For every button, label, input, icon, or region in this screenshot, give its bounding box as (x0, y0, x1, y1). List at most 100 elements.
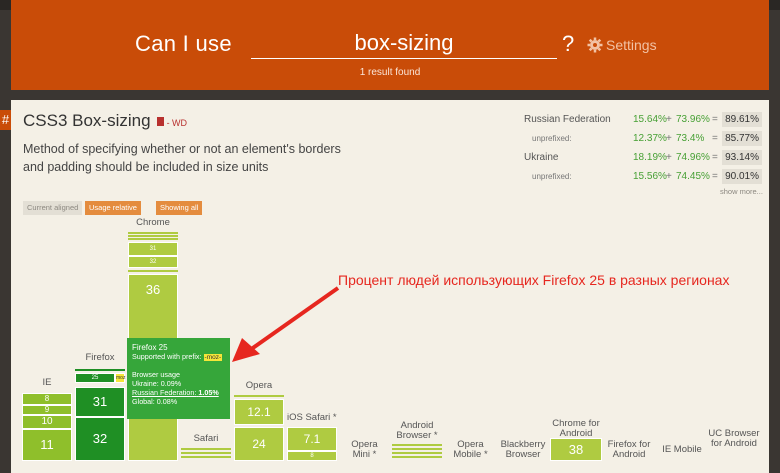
version-thin-bar[interactable] (392, 456, 442, 458)
browser-name-ios-safari: iOS Safari * (287, 412, 337, 423)
feature-anchor-link[interactable]: # (0, 110, 11, 130)
tooltip-prefix-badge: -moz- (203, 354, 223, 361)
stat-full: 73.4% (676, 133, 705, 144)
stats-row: unprefixed: 12.37% +73.4% = 85.77% (520, 131, 766, 147)
showing-all-button[interactable]: Showing all (156, 201, 203, 215)
current-aligned-button[interactable]: Current aligned (23, 201, 83, 215)
tooltip-support: Supported with prefix: -moz- (132, 352, 225, 362)
feature-description: Method of specifying whether or not an e… (23, 142, 341, 174)
version-cell-chrome-32[interactable]: 32 (128, 256, 178, 268)
version-cell-ios-8[interactable]: 8 (287, 451, 337, 461)
equals-sign: = (712, 133, 718, 144)
tooltip-usage-russia: Russian Federation: 1.05% (132, 388, 225, 397)
spec-document-icon[interactable] (156, 117, 164, 126)
annotation-arrow-icon (232, 286, 340, 362)
feature-title: CSS3 Box-sizing - WD (23, 111, 187, 131)
version-thin-bar[interactable] (181, 456, 231, 458)
region-label: Ukraine (524, 152, 559, 163)
question-mark: ? (562, 31, 575, 56)
stats-row: Ukraine 18.19% +74.96% = 93.14% (520, 150, 766, 166)
spec-status[interactable]: - WD (167, 118, 188, 128)
browser-name-firefox-android: Firefox for Android (607, 439, 651, 460)
feature-title-text: CSS3 Box-sizing (23, 111, 151, 130)
search-header: Can I use box-sizing ? Settings 1 result… (11, 0, 769, 90)
settings-label: Settings (606, 37, 657, 53)
plus-sign: + (666, 152, 672, 163)
browser-name-opera-mobile: Opera Mobile * (453, 439, 488, 460)
stat-full: 74.45% (676, 171, 710, 182)
version-cell-ie-9[interactable]: 9 (22, 405, 72, 415)
show-more-link[interactable]: show more... (720, 187, 763, 196)
plus-sign: + (666, 133, 672, 144)
browser-name-uc-android: UC Browser for Android (708, 428, 760, 449)
version-thin-bar[interactable] (392, 452, 442, 454)
browser-name-safari: Safari (193, 433, 219, 444)
region-label: Russian Federation (524, 114, 611, 125)
version-thin-bar[interactable] (392, 444, 442, 446)
stat-total: 93.14% (722, 150, 762, 165)
version-thin-bar[interactable] (128, 232, 178, 234)
stats-row: Russian Federation 15.64% +73.96% = 89.61% (520, 112, 766, 128)
stat-partial: 15.64% (633, 114, 667, 125)
version-thin-bar[interactable] (128, 235, 178, 237)
equals-sign: = (712, 114, 718, 125)
version-cell-ie-8[interactable]: 8 (22, 393, 72, 405)
version-cell-firefox-25[interactable]: 25 (75, 373, 115, 383)
version-cell-ie-10[interactable]: 10 (22, 415, 72, 429)
version-cell-ie-11[interactable]: 11 (22, 429, 72, 461)
browser-name-firefox: Firefox (85, 352, 115, 363)
stat-partial: 18.19% (633, 152, 667, 163)
plus-sign: + (666, 114, 672, 125)
version-thin-bar[interactable] (128, 238, 178, 240)
version-cell-chrome-31[interactable]: 31 (128, 242, 178, 256)
equals-sign: = (712, 171, 718, 182)
equals-sign: = (712, 152, 718, 163)
version-cell-ios-7-1[interactable]: 7.1 (287, 427, 337, 451)
plus-sign: + (666, 171, 672, 182)
search-input[interactable]: box-sizing (251, 28, 557, 59)
stat-partial: 12.37% (633, 133, 667, 144)
version-thin-bar[interactable] (181, 448, 231, 450)
gear-icon (587, 37, 603, 53)
version-thin-bar[interactable] (181, 452, 231, 454)
tooltip-usage-ukraine: Ukraine: 0.09% (132, 379, 182, 388)
stats-row: unprefixed: 15.56% +74.45% = 90.01% (520, 169, 766, 185)
results-count: 1 result found (359, 67, 421, 78)
tooltip-support-text: Supported with prefix: (132, 352, 202, 361)
settings-button[interactable]: Settings (587, 37, 657, 53)
question-prefix: Can I use (135, 31, 232, 56)
version-thin-bar[interactable] (234, 395, 284, 397)
browser-name-opera-mini: Opera Mini * (351, 439, 378, 460)
tooltip-russia-label: Russian Federation: (132, 388, 197, 397)
unprefixed-label: unprefixed: (532, 172, 572, 181)
unprefixed-label: unprefixed: (532, 134, 572, 143)
browser-name-chrome-android: Chrome for Android (552, 418, 600, 439)
version-tooltip: Firefox 25 Supported with prefix: -moz- … (127, 338, 230, 419)
version-cell-firefox-32[interactable]: 32 (75, 417, 125, 461)
stat-total: 85.77% (722, 131, 762, 146)
version-cell-firefox-31[interactable]: 31 (75, 387, 125, 417)
tooltip-russia-value: 1.05% (198, 388, 219, 397)
stat-full: 73.96% (676, 114, 710, 125)
version-cell-opera-12-1[interactable]: 12.1 (234, 399, 284, 425)
prefix-badge-icon: moz (115, 373, 126, 383)
version-thin-bar[interactable] (392, 448, 442, 450)
tooltip-usage-title: Browser usage (132, 370, 180, 379)
version-thin-bar[interactable] (128, 270, 178, 272)
browser-name-blackberry: Blackberry Browser (500, 439, 546, 460)
browser-name-chrome: Chrome (136, 217, 170, 228)
version-cell-opera-24[interactable]: 24 (234, 427, 284, 461)
browser-name-ie: IE (42, 377, 52, 388)
browser-name-opera: Opera (245, 380, 273, 391)
version-cell-chrome-android-38[interactable]: 38 (550, 438, 602, 461)
annotation-text: Процент людей использующих Firefox 25 в … (338, 272, 730, 288)
browser-name-android: Android Browser * (396, 420, 438, 441)
stat-full: 74.96% (676, 152, 710, 163)
tooltip-title: Firefox 25 (132, 343, 168, 352)
browser-name-ie-mobile: IE Mobile (662, 444, 702, 455)
tooltip-usage-global: Global: 0.08% (132, 397, 178, 406)
version-thin-bar[interactable] (75, 369, 125, 371)
stat-total: 90.01% (722, 169, 762, 184)
usage-relative-button[interactable]: Usage relative (85, 201, 141, 215)
stat-partial: 15.56% (633, 171, 667, 182)
